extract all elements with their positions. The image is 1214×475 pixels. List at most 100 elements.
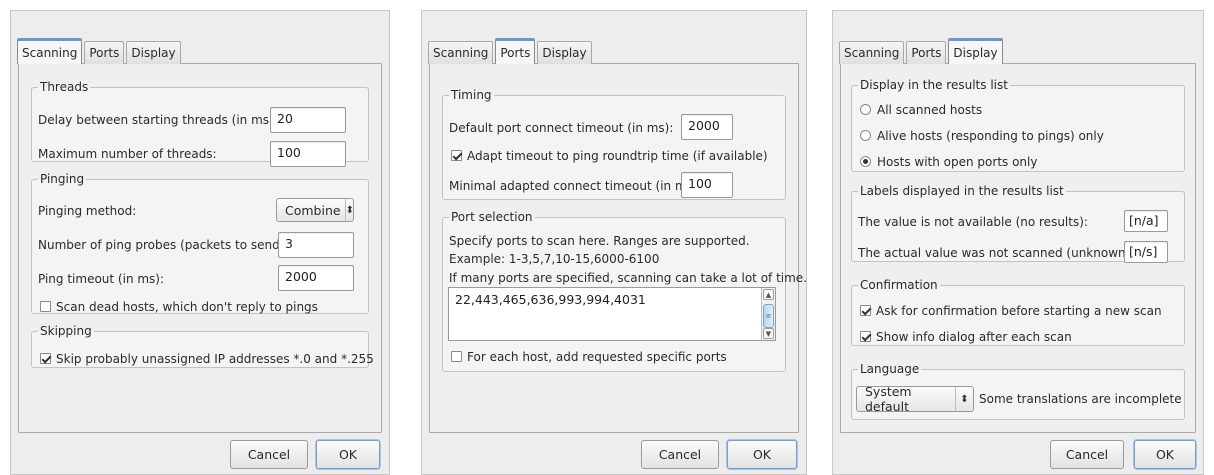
tab-panel-scanning: Threads Delay between starting threads (… — [18, 63, 382, 433]
ping-timeout-input[interactable]: 2000 — [278, 265, 354, 291]
cancel-button[interactable]: Cancel — [230, 440, 308, 469]
language-group: Language System default ⬍ Some translati… — [851, 362, 1185, 420]
language-note: Some translations are incomplete — [979, 392, 1182, 406]
checkbox-unchecked-icon — [451, 351, 462, 362]
skipping-group: Skipping Skip probably unassigned IP add… — [31, 324, 374, 368]
scroll-down-icon[interactable]: ▼ — [763, 328, 774, 339]
radio-unselected-icon — [860, 130, 871, 141]
ports-scrollbar[interactable]: ▲ ≡ ▼ — [761, 288, 775, 340]
connect-timeout-label: Default port connect timeout (in ms): — [449, 121, 674, 135]
pinging-method-label: Pinging method: — [38, 204, 137, 218]
port-help-line-3: If many ports are specified, scanning ca… — [449, 271, 808, 285]
scan-dead-hosts-label: Scan dead hosts, which don't reply to pi… — [56, 300, 318, 314]
adapt-timeout-label: Adapt timeout to ping roundtrip time (if… — [467, 149, 768, 163]
connect-timeout-input[interactable]: 2000 — [681, 114, 733, 140]
skipping-legend: Skipping — [40, 324, 92, 338]
ports-text: 22,443,465,636,993,994,4031 — [455, 292, 646, 307]
pinging-method-select[interactable]: Combine ⬍ — [276, 198, 354, 222]
radio-unselected-icon — [860, 104, 871, 115]
tab-bar: Scanning Ports Display — [839, 38, 1005, 64]
ask-confirmation-checkbox[interactable]: Ask for confirmation before starting a n… — [860, 304, 1162, 318]
ping-timeout-label: Ping timeout (in ms): — [38, 272, 165, 286]
min-adapted-timeout-label: Minimal adapted connect timeout (in ms): — [449, 179, 702, 193]
port-selection-legend: Port selection — [451, 210, 533, 224]
tab-panel-display: Display in the results list All scanned … — [840, 63, 1196, 433]
na-value-input[interactable]: [n/a] — [1124, 210, 1168, 232]
checkbox-unchecked-icon — [40, 301, 51, 312]
radio-alive-label: Alive hosts (responding to pings) only — [877, 129, 1104, 143]
language-value: System default — [865, 384, 912, 414]
scroll-thumb[interactable]: ≡ — [763, 304, 774, 328]
tab-display[interactable]: Display — [126, 41, 181, 64]
tab-bar: Scanning Ports Display — [428, 38, 594, 64]
each-host-ports-checkbox[interactable]: For each host, add requested specific po… — [451, 350, 727, 364]
chevron-updown-icon: ⬍ — [344, 199, 354, 221]
tab-panel-ports: Timing Default port connect timeout (in … — [429, 63, 807, 433]
each-host-ports-label: For each host, add requested specific po… — [467, 350, 727, 364]
ns-value-input[interactable]: [n/s] — [1124, 241, 1168, 263]
tab-scanning[interactable]: Scanning — [17, 38, 83, 64]
radio-open-ports-label: Hosts with open ports only — [877, 155, 1038, 169]
ports-textarea[interactable]: 22,443,465,636,993,994,4031 ▲ ≡ ▼ — [448, 287, 776, 341]
delay-label: Delay between starting threads (in ms): — [38, 113, 278, 127]
adapt-timeout-checkbox[interactable]: Adapt timeout to ping roundtrip time (if… — [451, 149, 768, 163]
threads-legend: Threads — [40, 80, 89, 94]
results-display-group: Display in the results list All scanned … — [851, 78, 1185, 172]
tab-ports[interactable]: Ports — [906, 41, 947, 64]
skip-addresses-checkbox[interactable]: Skip probably unassigned IP addresses *.… — [40, 352, 374, 366]
cancel-button[interactable]: Cancel — [641, 440, 719, 469]
radio-alive-hosts[interactable]: Alive hosts (responding to pings) only — [860, 129, 1104, 143]
results-display-legend: Display in the results list — [860, 78, 1008, 92]
threads-group: Threads Delay between starting threads (… — [31, 80, 369, 167]
radio-selected-icon — [860, 156, 871, 167]
scroll-up-icon[interactable]: ▲ — [763, 289, 774, 300]
preferences-dialog-scanning: Scanning Ports Display Threads Delay bet… — [10, 10, 390, 475]
show-info-label: Show info dialog after each scan — [876, 330, 1072, 344]
preferences-dialog-display: Scanning Ports Display Display in the re… — [832, 10, 1204, 475]
ok-button[interactable]: OK — [727, 440, 797, 469]
ok-button[interactable]: OK — [1134, 440, 1196, 469]
tab-scanning[interactable]: Scanning — [839, 41, 905, 64]
checkbox-checked-icon — [860, 331, 871, 342]
checkbox-checked-icon — [40, 353, 51, 364]
timing-group: Timing Default port connect timeout (in … — [442, 88, 786, 200]
timing-legend: Timing — [451, 88, 492, 102]
tab-bar: Scanning Ports Display — [17, 38, 183, 64]
max-threads-input[interactable]: 100 — [270, 141, 346, 167]
checkbox-checked-icon — [860, 305, 871, 316]
confirmation-group: Confirmation Ask for confirmation before… — [851, 278, 1185, 346]
language-legend: Language — [860, 362, 920, 376]
radio-all-label: All scanned hosts — [877, 103, 983, 117]
radio-open-ports-hosts[interactable]: Hosts with open ports only — [860, 155, 1037, 169]
cancel-button[interactable]: Cancel — [1050, 440, 1124, 469]
tab-scanning[interactable]: Scanning — [428, 41, 494, 64]
tab-display[interactable]: Display — [537, 41, 592, 64]
checkbox-checked-icon — [451, 150, 462, 161]
ping-probes-label: Number of ping probes (packets to send): — [38, 238, 289, 252]
tab-ports[interactable]: Ports — [495, 38, 536, 64]
language-select[interactable]: System default ⬍ — [856, 384, 974, 414]
port-help-line-2: Example: 1-3,5,7,10-15,6000-6100 — [449, 252, 660, 266]
chevron-updown-icon: ⬍ — [954, 387, 973, 411]
labels-group: Labels displayed in the results list The… — [851, 184, 1185, 263]
radio-all-scanned-hosts[interactable]: All scanned hosts — [860, 103, 982, 117]
ns-label: The actual value was not scanned (unknow… — [858, 246, 1135, 260]
min-adapted-timeout-input[interactable]: 100 — [681, 172, 733, 198]
ping-probes-input[interactable]: 3 — [278, 232, 354, 258]
skip-addresses-label: Skip probably unassigned IP addresses *.… — [56, 352, 374, 366]
pinging-group: Pinging Pinging method: Combine ⬍ Number… — [31, 172, 369, 314]
port-selection-group: Port selection Specify ports to scan her… — [442, 210, 807, 372]
ask-confirmation-label: Ask for confirmation before starting a n… — [876, 304, 1162, 318]
port-help-line-1: Specify ports to scan here. Ranges are s… — [449, 234, 750, 248]
labels-legend: Labels displayed in the results list — [860, 184, 1064, 198]
delay-input[interactable]: 20 — [270, 107, 346, 133]
show-info-checkbox[interactable]: Show info dialog after each scan — [860, 330, 1072, 344]
tab-ports[interactable]: Ports — [84, 41, 125, 64]
pinging-method-value: Combine — [285, 202, 341, 218]
pinging-legend: Pinging — [40, 172, 85, 186]
scan-dead-hosts-checkbox[interactable]: Scan dead hosts, which don't reply to pi… — [40, 300, 318, 314]
preferences-dialog-ports: Scanning Ports Display Timing Default po… — [421, 10, 807, 475]
tab-display[interactable]: Display — [948, 38, 1003, 64]
confirmation-legend: Confirmation — [860, 278, 938, 292]
ok-button[interactable]: OK — [316, 440, 380, 469]
